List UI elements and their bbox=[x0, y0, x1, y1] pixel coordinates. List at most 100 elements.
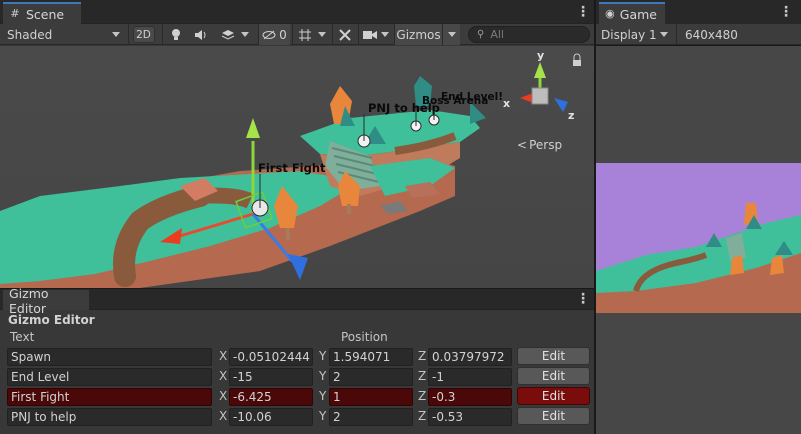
gizmo-text-field[interactable]: PNJ to help bbox=[7, 408, 212, 426]
game-render bbox=[596, 163, 801, 313]
resolution-dropdown[interactable]: 640x480 bbox=[676, 24, 746, 45]
column-header-position: Position bbox=[341, 330, 388, 344]
column-header-text: Text bbox=[10, 330, 35, 344]
tab-scene[interactable]: # Scene bbox=[3, 2, 81, 24]
z-label: Z bbox=[418, 409, 427, 423]
scene-panel: # Scene ⋮ Shaded 2D 0 Gizmos ⚲ All First… bbox=[0, 0, 594, 288]
tab-scene-label: Scene bbox=[26, 6, 65, 22]
gizmo-row: PNJ to help X -10.06 Y 2 Z -0.53 Edit bbox=[0, 407, 594, 427]
axis-label-y: y bbox=[537, 49, 545, 62]
position-x-field[interactable]: -10.06 bbox=[229, 408, 313, 426]
y-label: Y bbox=[319, 349, 327, 363]
position-y-field[interactable]: 2 bbox=[329, 408, 413, 426]
chevron-down-icon bbox=[112, 32, 120, 37]
chevron-down-icon bbox=[317, 32, 326, 37]
x-label: X bbox=[219, 369, 228, 383]
resolution-value: 640x480 bbox=[685, 27, 738, 42]
gizmo-row: Spawn X -0.05102444 Y 1.594071 Z 0.03797… bbox=[0, 347, 594, 367]
position-z-field[interactable]: 0.03797972 bbox=[428, 348, 512, 366]
position-x-field[interactable]: -15 bbox=[229, 368, 313, 386]
gizmo-text-field[interactable]: First Fight bbox=[7, 388, 212, 406]
x-label: X bbox=[219, 349, 228, 363]
lightbulb-icon bbox=[171, 28, 180, 40]
tab-gizmo-editor-label: Gizmo Editor bbox=[9, 285, 49, 316]
gizmos-dropdown-arrow[interactable] bbox=[442, 24, 460, 45]
speaker-icon bbox=[195, 29, 206, 40]
x-label: X bbox=[219, 409, 228, 423]
hidden-count: 0 bbox=[279, 27, 287, 42]
y-label: Y bbox=[319, 409, 327, 423]
gizmo-text-field[interactable]: End Level bbox=[7, 368, 212, 386]
gamepad-icon: ◉ bbox=[605, 7, 615, 20]
search-icon: ⚲ bbox=[477, 29, 485, 40]
position-x-field[interactable]: -0.05102444 bbox=[229, 348, 313, 366]
gizmos-label: Gizmos bbox=[396, 27, 441, 42]
chevron-down-icon bbox=[241, 32, 249, 37]
position-y-field[interactable]: 1 bbox=[329, 388, 413, 406]
camera-dropdown[interactable] bbox=[358, 24, 392, 45]
position-z-field[interactable]: -0.53 bbox=[428, 408, 512, 426]
position-x-field[interactable]: -6.425 bbox=[229, 388, 313, 406]
scene-menu-icon[interactable]: ⋮ bbox=[576, 4, 590, 20]
edit-button[interactable]: Edit bbox=[517, 347, 590, 365]
grid-snap-icon bbox=[298, 28, 311, 41]
display-dropdown[interactable]: Display 1 bbox=[596, 24, 674, 45]
audio-toggle[interactable] bbox=[188, 24, 214, 45]
axis-label-z: z bbox=[568, 109, 575, 122]
layers-effects-icon bbox=[221, 29, 235, 40]
tab-game-label: Game bbox=[619, 6, 657, 22]
z-label: Z bbox=[418, 369, 427, 383]
position-z-field[interactable]: -1 bbox=[428, 368, 512, 386]
game-toolbar: Display 1 640x480 bbox=[596, 24, 801, 45]
tab-game[interactable]: ◉ Game bbox=[599, 2, 665, 24]
x-label: X bbox=[219, 389, 228, 403]
gizmo-editor-tab-bar: Gizmo Editor ⋮ bbox=[0, 286, 594, 316]
edit-button[interactable]: Edit bbox=[517, 387, 590, 405]
game-view bbox=[596, 46, 801, 434]
gizmo-editor-title: Gizmo Editor bbox=[8, 313, 95, 327]
lighting-toggle[interactable] bbox=[162, 24, 188, 45]
gizmo-row: End Level X -15 Y 2 Z -1 Edit bbox=[0, 367, 594, 387]
shading-mode-dropdown[interactable]: Shaded bbox=[0, 24, 126, 45]
tools-button[interactable] bbox=[332, 24, 356, 45]
gizmo-editor-menu-icon[interactable]: ⋮ bbox=[576, 291, 590, 307]
gizmo-text-field[interactable]: Spawn bbox=[7, 348, 212, 366]
game-menu-icon[interactable]: ⋮ bbox=[779, 4, 793, 20]
game-panel: ◉ Game ⋮ bbox=[596, 0, 801, 24]
edit-button[interactable]: Edit bbox=[517, 367, 590, 385]
edit-button[interactable]: Edit bbox=[517, 407, 590, 425]
position-y-field[interactable]: 1.594071 bbox=[329, 348, 413, 366]
effects-dropdown[interactable] bbox=[214, 24, 256, 45]
axis-label-x: x bbox=[503, 97, 511, 110]
display-value: Display 1 bbox=[601, 27, 657, 42]
shading-mode-value: Shaded bbox=[7, 27, 53, 42]
scene-search-placeholder: All bbox=[490, 28, 504, 41]
scene-viewport[interactable]: First Fight PNJ to help Boss Arena End L… bbox=[0, 46, 594, 288]
grid-dropdown[interactable] bbox=[292, 24, 330, 45]
z-label: Z bbox=[418, 389, 427, 403]
gizmo-row-selected: First Fight X -6.425 Y 1 Z -0.3 Edit bbox=[0, 387, 594, 407]
tools-icon bbox=[338, 28, 351, 41]
y-label: Y bbox=[319, 389, 327, 403]
persp-label: Persp bbox=[529, 138, 563, 152]
eye-hidden-icon bbox=[262, 30, 276, 39]
scene-search[interactable]: ⚲ All bbox=[468, 26, 590, 43]
chevron-left-icon: < bbox=[517, 138, 528, 152]
y-label: Y bbox=[319, 369, 327, 383]
mode-2d-cell: 2D bbox=[128, 24, 158, 45]
chevron-down-icon bbox=[380, 32, 389, 37]
chevron-down-icon bbox=[447, 32, 456, 37]
chevron-down-icon bbox=[660, 32, 668, 37]
z-label: Z bbox=[418, 349, 427, 363]
gizmo-label-end-level: End Level! bbox=[441, 91, 503, 103]
perspective-toggle[interactable]: < Persp bbox=[517, 138, 562, 152]
mode-2d-button[interactable]: 2D bbox=[132, 26, 155, 43]
gizmo-label-first-fight: First Fight bbox=[258, 161, 326, 175]
scene-toolbar: Shaded 2D 0 Gizmos ⚲ All bbox=[0, 24, 594, 45]
hidden-objects-toggle[interactable]: 0 bbox=[258, 24, 290, 45]
position-y-field[interactable]: 2 bbox=[329, 368, 413, 386]
position-z-field[interactable]: -0.3 bbox=[428, 388, 512, 406]
tab-gizmo-editor[interactable]: Gizmo Editor bbox=[3, 286, 89, 316]
scene-tab-bar: # Scene ⋮ bbox=[0, 0, 594, 24]
gizmos-button[interactable]: Gizmos bbox=[394, 24, 442, 45]
